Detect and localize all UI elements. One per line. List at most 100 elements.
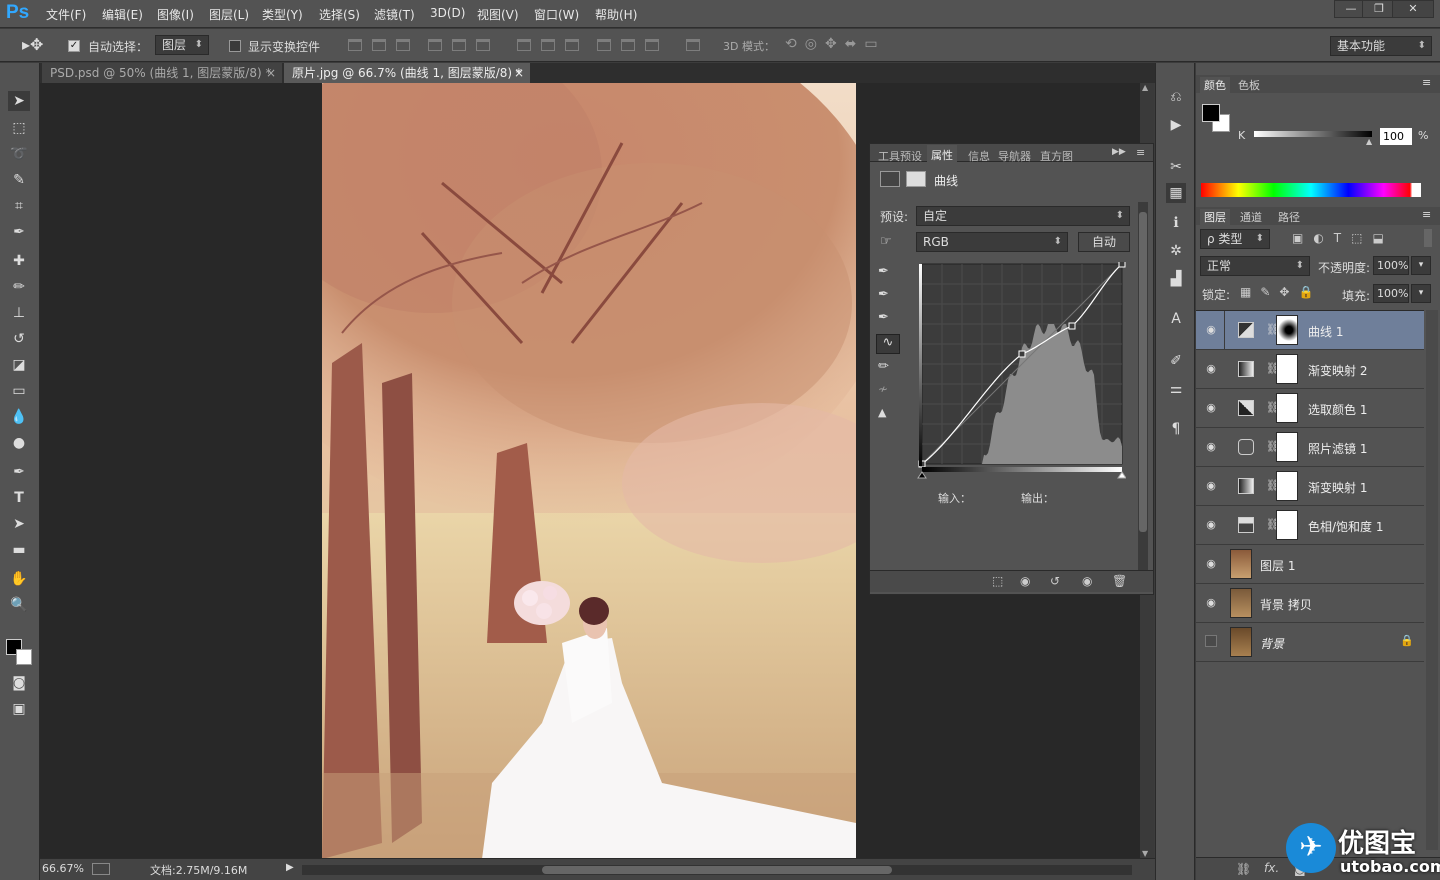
scroll-up-icon[interactable]: ▲ <box>1142 83 1148 92</box>
tab-color[interactable]: 颜色 <box>1200 77 1230 93</box>
tab-psd[interactable]: PSD.psd @ 50% (曲线 1, 图层蒙版/8) * × <box>42 63 282 83</box>
layer-mask-thumbnail[interactable] <box>1276 432 1298 462</box>
pen-tool-icon[interactable]: ✒ <box>8 462 30 482</box>
tab-info[interactable]: 信息 <box>968 148 990 164</box>
k-slider[interactable] <box>1254 131 1372 137</box>
restore-button[interactable]: ❐ <box>1362 0 1396 18</box>
layer-row[interactable]: ◉ ⛓ 渐变映射 2 <box>1196 350 1424 389</box>
visibility-eye-icon[interactable]: ◉ <box>1204 323 1218 337</box>
opacity-dropdown-icon[interactable]: ▾ <box>1411 256 1431 275</box>
tab-tool-presets[interactable]: 工具预设 <box>878 148 922 164</box>
menu-type[interactable]: 类型(Y) <box>262 6 303 23</box>
actions-panel-icon[interactable]: ▶ <box>1166 115 1186 135</box>
opacity-input[interactable]: 100% <box>1373 256 1409 275</box>
marquee-tool-icon[interactable]: ⬚ <box>8 118 30 138</box>
visibility-eye-icon[interactable]: ◉ <box>1204 479 1218 493</box>
k-slider-handle-icon[interactable]: ▲ <box>1366 137 1372 146</box>
mask-link-icon[interactable]: ⛓ <box>1266 401 1280 414</box>
layer-thumbnail[interactable] <box>1230 627 1252 657</box>
layer-mask-thumbnail[interactable] <box>1276 393 1298 423</box>
distribute-top-icon[interactable] <box>517 39 531 51</box>
tab-properties[interactable]: 属性 <box>927 145 957 165</box>
mask-link-icon[interactable]: ⛓ <box>1266 362 1280 375</box>
auto-select-checkbox[interactable]: ✓ <box>68 38 80 52</box>
tab-close-icon[interactable]: × <box>266 63 276 83</box>
mask-link-icon[interactable]: ⛓ <box>1266 440 1280 453</box>
properties-scroll-thumb[interactable] <box>1139 212 1147 532</box>
paragraph-panel-icon[interactable]: ¶ <box>1166 419 1186 439</box>
menu-file[interactable]: 文件(F) <box>46 6 86 23</box>
auto-select-target-dropdown[interactable]: 图层 <box>155 35 209 55</box>
menu-layer[interactable]: 图层(L) <box>209 6 249 23</box>
auto-button[interactable]: 自动 <box>1078 232 1130 252</box>
fill-dropdown-icon[interactable]: ▾ <box>1411 284 1431 303</box>
toggle-visibility-icon[interactable]: ◉ <box>1082 574 1092 588</box>
draw-curve-pencil-icon[interactable]: ✏ <box>878 359 889 374</box>
layer-row[interactable]: ◉ 图层 1 <box>1196 545 1424 584</box>
histogram-panel-icon[interactable]: ▟ <box>1166 269 1186 289</box>
tool-presets-panel-icon[interactable]: ✂ <box>1166 157 1186 177</box>
layer-thumbnail[interactable] <box>1230 549 1252 579</box>
close-button[interactable]: ✕ <box>1392 0 1434 18</box>
auto-align-icon[interactable] <box>686 39 700 51</box>
layer-style-fx-icon[interactable]: fx. <box>1264 861 1279 875</box>
align-left-icon[interactable] <box>428 39 442 51</box>
align-vcenter-icon[interactable] <box>372 39 386 51</box>
background-color-swatch[interactable] <box>16 649 32 665</box>
blur-tool-icon[interactable]: 💧 <box>8 407 30 427</box>
layer-filter-icons[interactable]: ▣◐T⬚⬓ <box>1292 231 1394 245</box>
mask-link-icon[interactable]: ⛓ <box>1266 323 1280 336</box>
menu-view[interactable]: 视图(V) <box>477 6 519 23</box>
healing-brush-tool-icon[interactable]: ✚ <box>8 251 30 271</box>
curve-control-point[interactable] <box>1018 350 1026 358</box>
type-tool-icon[interactable]: T <box>8 488 30 508</box>
align-top-icon[interactable] <box>348 39 362 51</box>
layer-row[interactable]: ◉ ⛓ 照片滤镜 1 <box>1196 428 1424 467</box>
tab-channels[interactable]: 通道 <box>1240 209 1262 225</box>
tab-paths[interactable]: 路径 <box>1278 209 1300 225</box>
quick-mask-icon[interactable]: ◙ <box>8 673 30 693</box>
layer-mask-icon[interactable] <box>906 171 926 187</box>
workspace-dropdown[interactable]: 基本功能 <box>1330 36 1432 56</box>
color-spectrum-bar[interactable] <box>1201 183 1421 197</box>
info-panel-icon[interactable]: ℹ <box>1166 213 1186 233</box>
history-panel-icon[interactable]: ⎌ <box>1166 87 1186 107</box>
preset-dropdown[interactable]: 自定 <box>916 206 1130 226</box>
distribute-vcenter-icon[interactable] <box>541 39 555 51</box>
shape-tool-icon[interactable]: ▬ <box>8 540 30 560</box>
scroll-down-icon[interactable]: ▼ <box>1142 849 1148 858</box>
link-layers-icon[interactable]: ⛓ <box>1236 862 1251 876</box>
layer-row[interactable]: ◉ ⛓ 选取颜色 1 <box>1196 389 1424 428</box>
properties-scrollbar[interactable] <box>1138 202 1148 572</box>
color-panel-menu-icon[interactable]: ≡ <box>1422 76 1431 89</box>
menu-help[interactable]: 帮助(H) <box>595 6 637 23</box>
gradient-tool-icon[interactable]: ▭ <box>8 381 30 401</box>
view-previous-state-icon[interactable]: ◉ <box>1020 574 1030 588</box>
character-panel-icon[interactable]: A <box>1166 309 1186 329</box>
distribute-bottom-icon[interactable] <box>565 39 579 51</box>
eyedropper-tool-icon[interactable]: ✒ <box>8 222 30 242</box>
align-bottom-icon[interactable] <box>396 39 410 51</box>
panel-collapse-icon[interactable]: ▶▶ <box>1112 147 1126 157</box>
layer-mask-thumbnail[interactable] <box>1276 315 1298 345</box>
layer-row[interactable]: ◉ ⛓ 曲线 1 <box>1196 311 1424 350</box>
quick-select-tool-icon[interactable]: ✎ <box>8 170 30 190</box>
smooth-curve-icon[interactable]: ≁ <box>878 382 888 396</box>
edit-points-curve-icon[interactable]: ∿ <box>876 334 900 354</box>
panel-menu-icon[interactable]: ≡ <box>1136 146 1145 159</box>
status-preview-icon[interactable] <box>92 863 110 875</box>
mask-link-icon[interactable]: ⛓ <box>1266 518 1280 531</box>
blend-mode-dropdown[interactable]: 正常 <box>1200 256 1310 276</box>
path-select-tool-icon[interactable]: ➤ <box>8 514 30 534</box>
3d-tools-icons[interactable]: ⟲◎✥⬌▭ <box>785 36 886 52</box>
distribute-left-icon[interactable] <box>597 39 611 51</box>
align-hcenter-icon[interactable] <box>452 39 466 51</box>
visibility-eye-icon[interactable]: ◉ <box>1204 518 1218 532</box>
zoom-tool-icon[interactable]: 🔍 <box>8 595 30 615</box>
layer-mask-thumbnail[interactable] <box>1276 510 1298 540</box>
target-adjust-hand-icon[interactable]: ☞ <box>880 234 892 249</box>
clipping-warning-icon[interactable]: ▲ <box>878 406 886 419</box>
sample-white-eyedropper-icon[interactable]: ✒ <box>878 310 889 325</box>
menu-window[interactable]: 窗口(W) <box>534 6 579 23</box>
clip-to-layer-icon[interactable]: ⬚ <box>992 574 1003 588</box>
